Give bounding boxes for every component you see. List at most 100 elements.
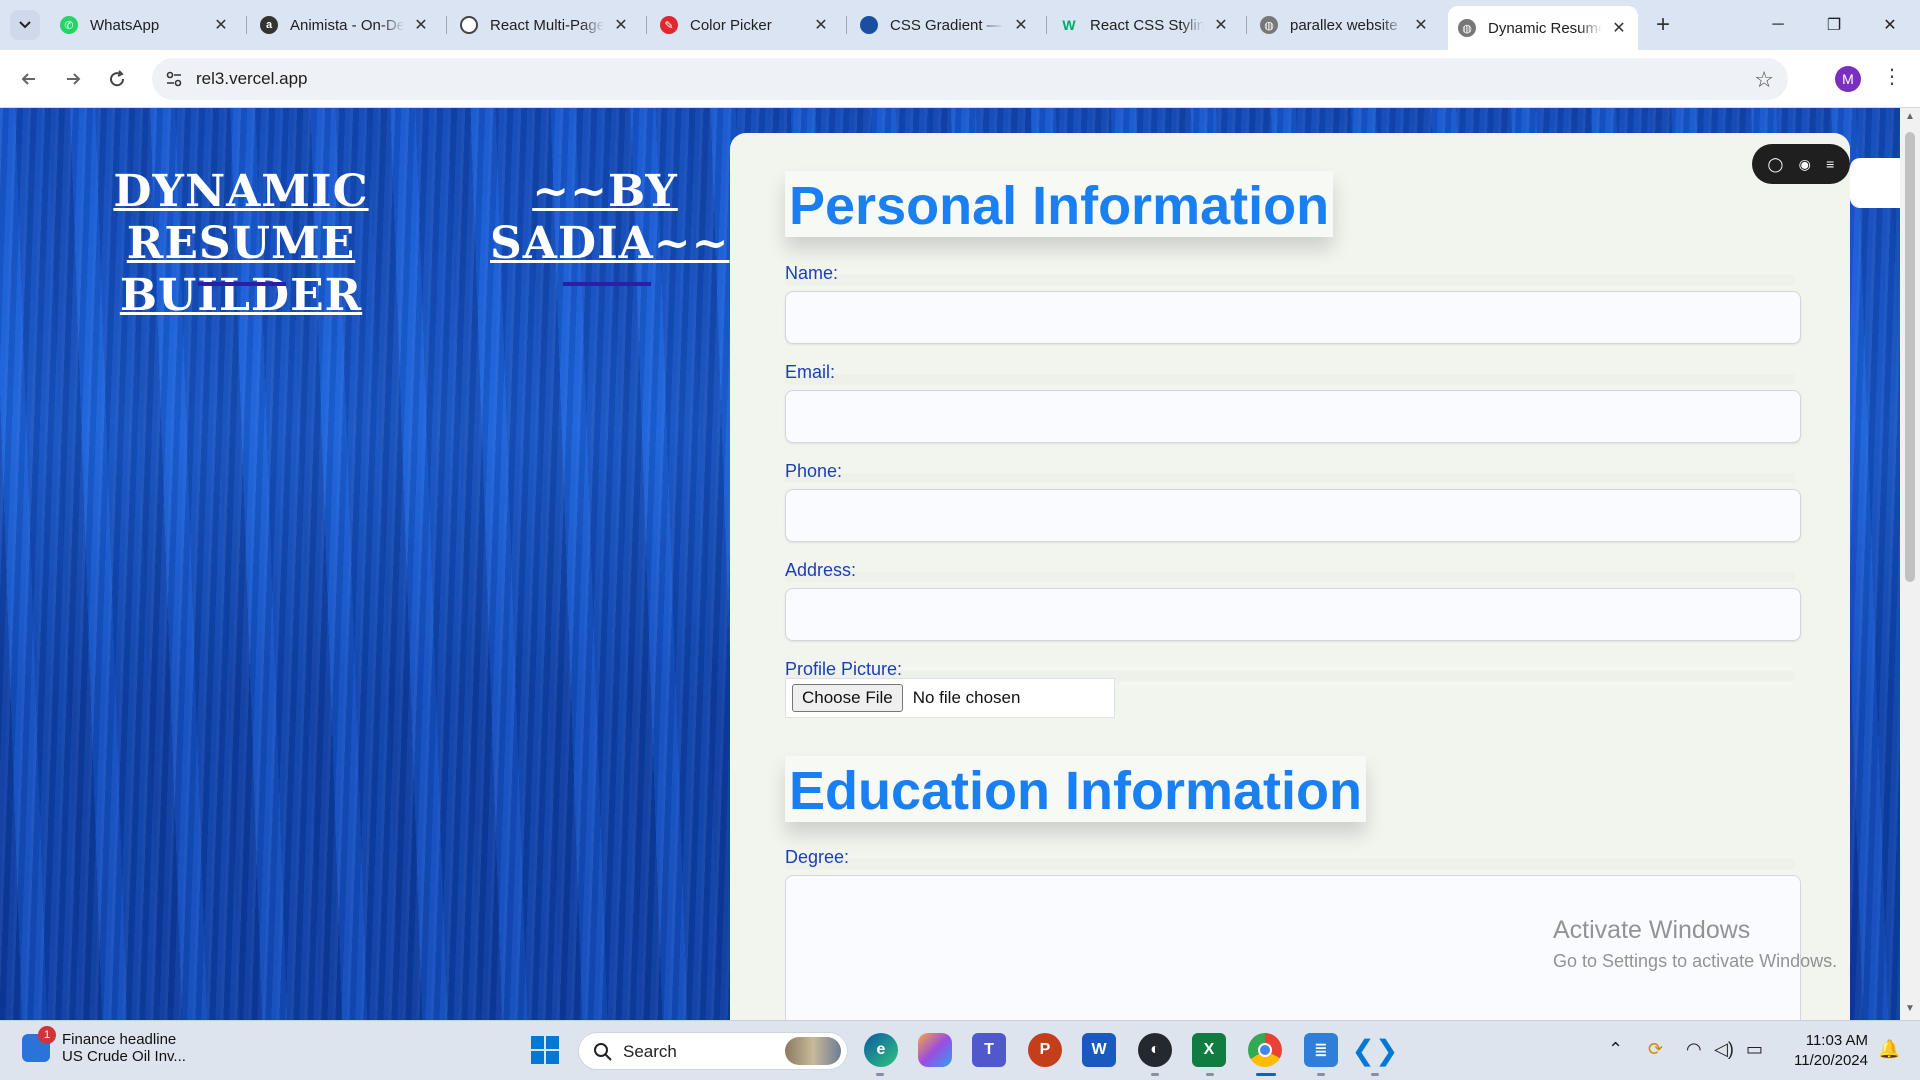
tab-whatsapp[interactable]: ✆ WhatsApp ✕ [50,8,240,42]
address-input[interactable] [785,588,1801,641]
sync-icon[interactable]: ⟳ [1648,1039,1663,1060]
close-icon[interactable]: ✕ [212,16,230,34]
personal-info-heading: Personal Information [785,171,1334,237]
name-label: Name: [785,263,1795,285]
search-highlight-image [785,1037,841,1065]
clock-time: 11:03 AM [1805,1032,1868,1049]
whatsapp-icon: ✆ [60,16,78,34]
reload-button[interactable] [102,64,132,94]
volume-icon[interactable]: ◁) [1714,1039,1734,1060]
browser-toolbar: rel3.vercel.app ☆ M ⋮ [0,50,1920,108]
close-icon[interactable]: ✕ [1412,16,1430,34]
windows-logo-icon [531,1036,559,1064]
file-status-text: No file chosen [912,688,1021,707]
byline-underline-bar [563,282,651,286]
close-icon[interactable]: ✕ [1610,19,1628,37]
scroll-thumb[interactable] [1905,132,1915,582]
forward-button[interactable] [58,64,88,94]
eye-icon[interactable]: ◉ [1799,156,1811,173]
vscode-icon[interactable]: ❮❯ [1352,1033,1399,1067]
close-icon[interactable]: ✕ [412,16,430,34]
close-icon[interactable]: ✕ [812,16,830,34]
tab-dynamic-resume[interactable]: ◍ Dynamic Resume ✕ [1448,6,1638,50]
name-input[interactable] [785,291,1801,344]
system-clock[interactable]: 11:03 AM 11/20/2024 [1788,1031,1868,1071]
close-window-button[interactable]: ✕ [1862,0,1918,50]
page-scrollbar[interactable]: ▲ ▼ [1900,108,1920,1020]
comment-icon[interactable]: ◯ [1768,156,1784,173]
menu-icon[interactable]: ≡ [1826,156,1834,172]
activate-windows-watermark: Activate Windows Go to Settings to activ… [1553,916,1837,972]
notification-bell-icon[interactable]: 🔔 [1878,1039,1900,1060]
phone-input[interactable] [785,489,1801,542]
tab-title: Color Picker [690,16,772,34]
restore-button[interactable]: ❐ [1806,0,1862,50]
color-picker-icon: ✎ [660,16,678,34]
close-icon[interactable]: ✕ [1212,16,1230,34]
chevron-down-icon [19,21,31,29]
tab-title: React CSS Styling [1090,16,1204,34]
edge-icon[interactable]: e [864,1033,898,1067]
back-button[interactable] [14,64,44,94]
tab-react-css-styling[interactable]: W React CSS Styling ✕ [1050,8,1240,42]
github-icon[interactable]: ◐ [1138,1033,1172,1067]
tab-title: Animista - On-Demand [290,16,404,34]
excel-icon[interactable]: X [1192,1033,1226,1067]
address-bar[interactable]: rel3.vercel.app ☆ [152,58,1788,100]
news-badge: 1 [38,1026,56,1044]
tab-color-picker[interactable]: ✎ Color Picker ✕ [650,8,840,42]
tab-separator [646,16,647,34]
search-icon [594,1043,612,1061]
windows-start-icon[interactable] [528,1033,562,1067]
floating-widget[interactable] [1850,158,1900,208]
new-tab-button[interactable]: + [1650,11,1676,38]
email-label: Email: [785,362,1795,384]
tab-separator [1046,16,1047,34]
news-icon: 1 [22,1026,56,1062]
watermark-title: Activate Windows [1553,916,1751,944]
tray-chevron-up-icon[interactable]: ⌃ [1608,1039,1623,1060]
arrow-right-icon [67,73,81,85]
email-input[interactable] [785,390,1801,443]
close-icon[interactable]: ✕ [612,16,630,34]
globe-icon: ◍ [1458,19,1476,37]
tab-parallex-website[interactable]: ◍ parallex website ✕ [1250,8,1440,42]
tab-strip: ✆ WhatsApp ✕ a Animista - On-Demand ✕ Re… [0,0,1920,50]
news-title: Finance headline [62,1031,177,1048]
battery-icon[interactable]: ▭ [1746,1039,1763,1060]
tab-title: parallex website [1290,16,1398,34]
browser-menu-icon[interactable]: ⋮ [1882,64,1902,89]
profile-picture-input[interactable]: Choose File No file chosen [785,678,1115,718]
powerpoint-icon[interactable]: P [1028,1033,1062,1067]
wifi-icon[interactable]: ◠ [1686,1039,1702,1060]
close-icon[interactable]: ✕ [1012,16,1030,34]
education-info-heading: Education Information [785,756,1366,822]
running-indicator [876,1073,884,1076]
scroll-down-icon[interactable]: ▼ [1905,1004,1915,1014]
word-icon[interactable]: W [1082,1033,1116,1067]
choose-file-button[interactable]: Choose File [792,684,903,712]
taskbar-search[interactable]: Search [578,1032,848,1070]
watermark-subtitle: Go to Settings to activate Windows. [1553,951,1838,971]
copilot-icon[interactable] [918,1033,952,1067]
bookmark-star-icon[interactable]: ☆ [1754,67,1774,93]
scroll-up-icon[interactable]: ▲ [1905,112,1915,122]
tab-separator [246,16,247,34]
site-settings-icon[interactable] [164,69,184,89]
tab-react-multipage[interactable]: React Multi-Page ✕ [450,8,640,42]
tab-title: React Multi-Page [490,16,604,34]
tab-separator [446,16,447,34]
news-widget[interactable]: 1 Finance headline US Crude Oil Inv... [22,1026,186,1065]
tab-search-button[interactable] [10,10,40,40]
chrome-icon[interactable] [1248,1033,1282,1067]
notepad-icon[interactable]: ≣ [1304,1033,1338,1067]
tab-animista[interactable]: a Animista - On-Demand ✕ [250,8,440,42]
minimize-button[interactable]: ─ [1750,0,1806,50]
css-gradient-icon [860,16,878,34]
page-title: DYNAMIC RESUME BUILDER [113,166,369,321]
profile-avatar[interactable]: M [1835,66,1861,92]
running-indicator [1151,1073,1159,1076]
tab-css-gradient[interactable]: CSS Gradient — ✕ [850,8,1040,42]
teams-icon[interactable]: T [972,1033,1006,1067]
tab-title: Dynamic Resume [1488,19,1602,37]
